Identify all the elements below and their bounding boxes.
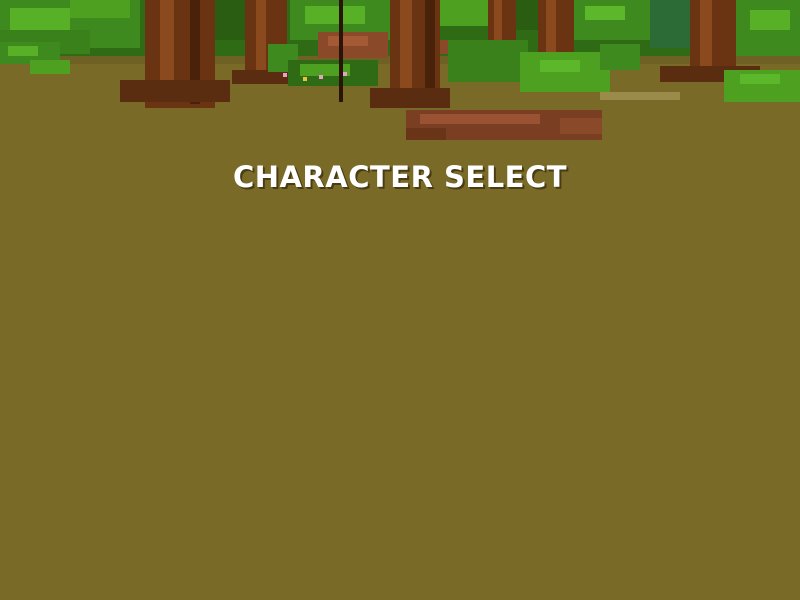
title-bar: CHARACTER SELECT bbox=[0, 159, 800, 195]
screen-title: CHARACTER SELECT bbox=[232, 160, 568, 194]
tree-trunk bbox=[538, 0, 574, 58]
forest-background bbox=[0, 0, 800, 160]
bush bbox=[724, 70, 800, 102]
stick bbox=[339, 0, 343, 102]
game-screen: CHARACTER SELECT bbox=[0, 0, 800, 600]
dirt-patch bbox=[406, 110, 602, 140]
